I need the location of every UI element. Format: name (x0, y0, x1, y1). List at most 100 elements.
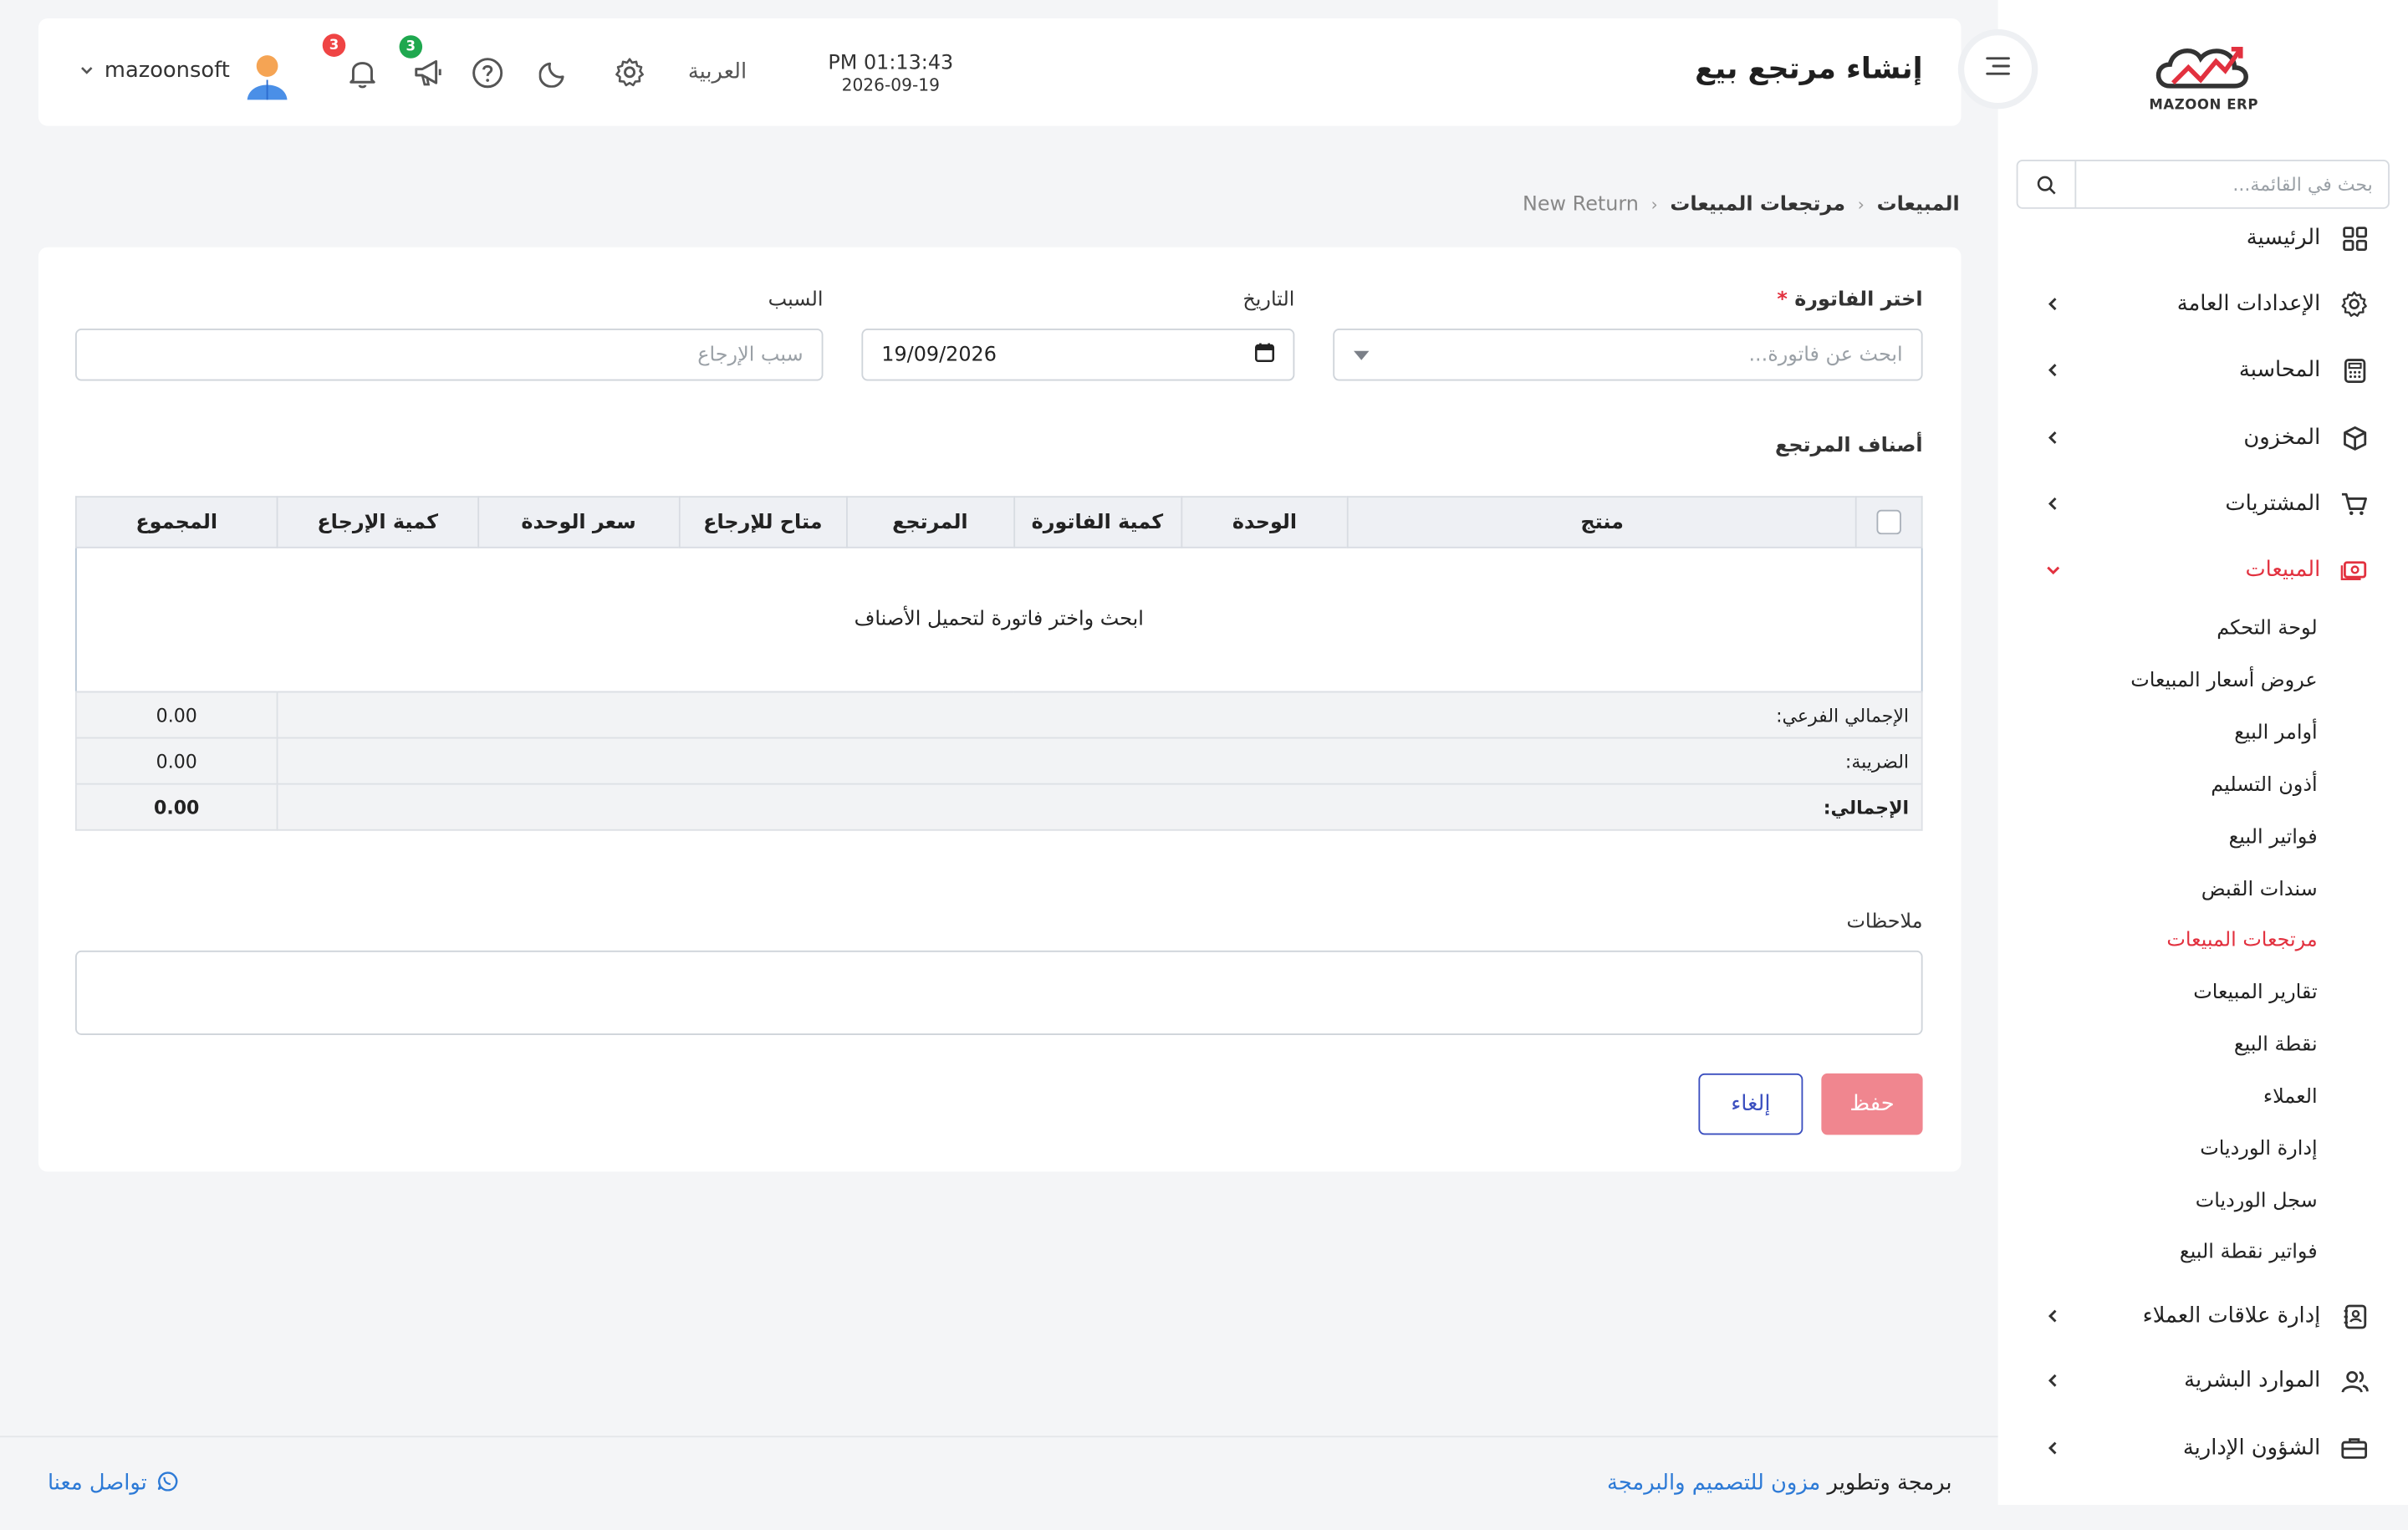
page-title: إنشاء مرتجع بيع (1695, 52, 1923, 86)
moon-icon[interactable] (538, 55, 571, 89)
sidebar-item-purchases[interactable]: المشتريات (2028, 482, 2370, 525)
date-label: التاريخ (1242, 288, 1295, 312)
grand-total-label: الإجمالي: (276, 783, 1923, 831)
contact-label: تواصل معنا (47, 1471, 147, 1496)
column-header: سعر الوحدة (477, 496, 681, 548)
grid-icon (2339, 222, 2370, 253)
help-icon[interactable] (470, 55, 503, 89)
date-input[interactable]: 19/09/2026 (861, 329, 1295, 381)
breadcrumb-sales[interactable]: المبيعات (1877, 193, 1960, 217)
users-icon (2339, 1365, 2370, 1396)
sidebar-subitem-sales-invoices[interactable]: فواتير البيع (2229, 826, 2318, 849)
sidebar-search-input[interactable] (2076, 161, 2389, 207)
breadcrumb: المبيعات ‹ مرتجعات المبيعات ‹ New Return (1523, 193, 1960, 217)
sidebar-item-label: المبيعات (2245, 557, 2321, 583)
username: mazoonsoft (104, 58, 230, 84)
sidebar-subitem-sales-reports[interactable]: تقارير المبيعات (2193, 982, 2317, 1005)
megaphone-icon[interactable]: 3 (399, 35, 445, 89)
sidebar-search (2016, 160, 2390, 209)
sidebar-item-crm[interactable]: إدارة علاقات العملاء (2028, 1294, 2370, 1337)
avatar[interactable] (244, 52, 290, 101)
column-header: كمية الفاتورة (1013, 496, 1182, 548)
calendar-icon[interactable] (1255, 342, 1275, 368)
column-header: متاح للإرجاع (678, 496, 848, 548)
user-menu[interactable]: mazoonsoft (80, 59, 230, 83)
notifications-badge: 3 (322, 33, 346, 57)
sidebar-item-label: المشتريات (2225, 491, 2321, 517)
save-button[interactable]: حفظ (1821, 1073, 1923, 1135)
sidebar-subitem-dashboard[interactable]: لوحة التحكم (2217, 617, 2317, 640)
sidebar-item-hr[interactable]: الموارد البشرية (2028, 1359, 2370, 1402)
briefcase-icon (2339, 1433, 2370, 1464)
sidebar-item-label: الشؤون الإدارية (2182, 1436, 2321, 1461)
column-header: منتج (1347, 496, 1857, 548)
bell-icon[interactable]: 3 (322, 33, 379, 89)
chevron-left-icon (2041, 426, 2065, 450)
empty-row: ابحث واختر فاتورة لتحميل الأصناف (74, 546, 1923, 693)
credit-prefix: برمجة وتطوير (1827, 1471, 1952, 1496)
footer-credit: برمجة وتطوير مزون للتصميم والبرمجة (1607, 1471, 1951, 1496)
empty-message: ابحث واختر فاتورة لتحميل الأصناف (74, 546, 1923, 693)
sidebar: MAZOON ERP الرئيسية الإعدادات العامة (1997, 0, 2408, 1505)
invoice-select-placeholder: ابحث عن فاتورة... (1748, 343, 1903, 367)
clock-date: 2026-09-19 (841, 74, 941, 95)
sidebar-subitem-pos[interactable]: نقطة البيع (2234, 1033, 2318, 1057)
sidebar-subitem-sales-returns[interactable]: مرتجعات المبيعات (2166, 929, 2317, 952)
contact-us-link[interactable]: تواصل معنا (48, 1470, 178, 1497)
box-icon (2339, 422, 2370, 453)
notes-textarea[interactable] (74, 950, 1923, 1035)
sidebar-subitem-pos-invoices[interactable]: فواتير نقطة البيع (2180, 1241, 2318, 1264)
sidebar-item-admin-affairs[interactable]: الشؤون الإدارية (2028, 1426, 2370, 1469)
caret-down-icon (1353, 344, 1370, 367)
column-header: كمية الإرجاع (276, 496, 479, 548)
sidebar-subitem-quotations[interactable]: عروض أسعار المبيعات (2130, 670, 2317, 693)
column-header: الوحدة (1180, 496, 1349, 548)
sidebar-item-inventory[interactable]: المخزون (2028, 416, 2370, 459)
tax-label: الضريبة: (276, 737, 1923, 785)
credit-brand-link[interactable]: مزون للتصميم والبرمجة (1607, 1471, 1820, 1496)
table-header-row: منتج الوحدة كمية الفاتورة المرتجع متاح ل… (74, 496, 1923, 548)
settings-icon[interactable] (613, 55, 646, 89)
sidebar-subitem-sales-orders[interactable]: أوامر البيع (2234, 722, 2317, 745)
sidebar-item-home[interactable]: الرئيسية (2028, 217, 2370, 259)
cancel-button[interactable]: إلغاء (1698, 1073, 1803, 1135)
select-all-cell (1854, 496, 1923, 548)
sidebar-subitem-receipts[interactable]: سندات القبض (2201, 879, 2318, 902)
reason-input[interactable] (74, 329, 824, 381)
invoice-label: اختر الفاتورة * (1777, 288, 1922, 312)
gear-icon (2339, 288, 2370, 319)
sidebar-toggle-button[interactable] (1964, 35, 2032, 104)
chevron-left-icon (2041, 292, 2065, 316)
sidebar-item-label: الموارد البشرية (2184, 1368, 2321, 1393)
chevron-left-icon (2041, 492, 2065, 516)
invoice-select[interactable]: ابحث عن فاتورة... (1333, 329, 1923, 381)
sidebar-item-sales[interactable]: المبيعات (2028, 548, 2370, 591)
totals-table: الإجمالي الفرعي: 0.00 الضريبة: 0.00 الإج… (74, 691, 1923, 831)
sidebar-subitem-customers[interactable]: العملاء (2263, 1086, 2318, 1109)
tax-value: 0.00 (74, 737, 278, 785)
sidebar-item-accounting[interactable]: المحاسبة (2028, 349, 2370, 391)
breadcrumb-sales-returns[interactable]: مرتجعات المبيعات (1670, 193, 1845, 217)
subtotal-label: الإجمالي الفرعي: (276, 691, 1923, 739)
logo[interactable]: MAZOON ERP (2149, 37, 2259, 114)
language-switch[interactable]: العربية (688, 60, 747, 84)
chevron-left-icon (2041, 1303, 2065, 1328)
date-value: 19/09/2026 (881, 343, 997, 367)
announcements-badge: 3 (399, 35, 423, 59)
reason-label: السبب (768, 288, 824, 312)
footer: برمجة وتطوير مزون للتصميم والبرمجة تواصل… (0, 1436, 1998, 1530)
chevron-left-icon (2041, 1369, 2065, 1393)
sidebar-subitem-shift-log[interactable]: سجل الورديات (2196, 1190, 2318, 1213)
sidebar-item-label: الرئيسية (2246, 225, 2321, 251)
top-header: إنشاء مرتجع بيع PM 01:13:43 2026-09-19 ا… (38, 18, 1962, 126)
chevron-left-icon: ‹ (1857, 195, 1865, 216)
select-all-checkbox[interactable] (1876, 509, 1901, 535)
calculator-icon (2339, 354, 2370, 385)
sidebar-item-general-settings[interactable]: الإعدادات العامة (2028, 283, 2370, 325)
sidebar-toggle-icon (1984, 54, 2012, 84)
logo-text: MAZOON ERP (2149, 98, 2258, 114)
sidebar-subitem-shift-management[interactable]: إدارة الورديات (2200, 1138, 2317, 1161)
sidebar-subitem-delivery-notes[interactable]: أذون التسليم (2211, 774, 2317, 798)
search-icon[interactable] (2018, 161, 2077, 207)
sidebar-item-label: المخزون (2243, 425, 2321, 451)
